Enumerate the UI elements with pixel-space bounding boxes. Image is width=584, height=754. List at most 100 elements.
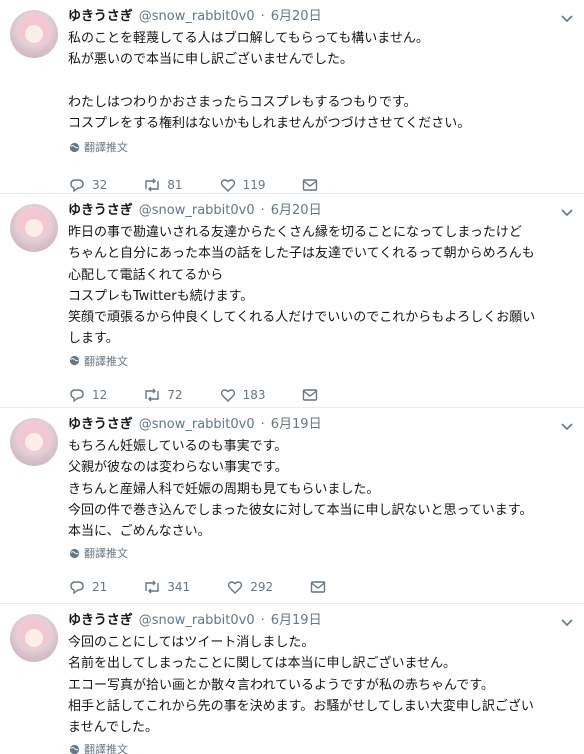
retweet-icon (143, 386, 161, 404)
tweet-actions: 12 72 183 (68, 386, 574, 404)
retweet-count: 81 (167, 178, 183, 193)
tweet-line: ちゃんと自分にあった本当の話をした子は友達でいてくれるって朝からめろんも (68, 246, 535, 262)
timestamp[interactable]: 6月20日 (271, 8, 322, 26)
retweet-count: 72 (167, 387, 183, 402)
tweet-header: ゆきうさぎ @snow_rabbit0v0 · 6月20日 (68, 202, 574, 220)
direct-message-button[interactable] (309, 578, 327, 596)
tweet-text: もちろん妊娠しているのも事実です。 父親が彼なのは変わらない事実です。 きちんと… (68, 436, 574, 542)
separator: · (260, 613, 265, 628)
translate-tweet-link[interactable]: 翻譯推文 (68, 742, 574, 754)
retweet-icon (143, 578, 161, 596)
reply-count: 12 (92, 387, 108, 402)
separator: · (260, 9, 265, 24)
handle[interactable]: @snow_rabbit0v0 (139, 202, 255, 220)
reply-button[interactable]: 32 (68, 176, 107, 194)
tweet-actions: 32 81 119 (68, 176, 574, 194)
globe-icon (68, 141, 80, 153)
direct-message-button[interactable] (301, 386, 319, 404)
like-count: 183 (242, 387, 266, 402)
tweet[interactable]: ゆきうさぎ @snow_rabbit0v0 · 6月19日 今回のことにしてはツ… (0, 604, 584, 754)
translate-label: 翻譯推文 (84, 743, 128, 754)
globe-icon (68, 547, 80, 559)
translate-tweet-link[interactable]: 翻譯推文 (68, 140, 574, 154)
tweet-line: 名前を出してしまったことに関しては本当に申し訳ございません。 (68, 656, 457, 672)
like-button[interactable]: 119 (219, 176, 266, 194)
tweet-line: 父親が彼なのは変わらない事実です。 (68, 460, 288, 476)
tweet-line: コスプレもTwitterも続けます。 (68, 288, 254, 304)
translate-label: 翻譯推文 (84, 141, 128, 155)
translate-tweet-link[interactable]: 翻譯推文 (68, 354, 574, 368)
handle[interactable]: @snow_rabbit0v0 (139, 416, 255, 434)
tweet-line: ませんでした。 (68, 720, 158, 736)
retweet-button[interactable]: 341 (143, 578, 190, 596)
tweet[interactable]: ゆきうさぎ @snow_rabbit0v0 · 6月20日 昨日の事で勘違いされ… (0, 194, 584, 408)
like-count: 292 (250, 580, 274, 595)
tweet-line: 昨日の事で勘違いされる友達からたくさん縁を切ることになってしまったけど (68, 225, 522, 240)
retweet-button[interactable]: 72 (143, 386, 183, 404)
reply-count: 32 (92, 178, 108, 193)
tweet[interactable]: ゆきうさぎ @snow_rabbit0v0 · 6月20日 私のことを軽蔑してる… (0, 0, 584, 194)
tweet-line: コスプレをする権利はないかもしれませんがつづけさせてください。 (68, 116, 471, 132)
tweet-line: 本当に、ごめんなさい。 (68, 524, 211, 540)
separator: · (260, 417, 265, 432)
tweet[interactable]: ゆきうさぎ @snow_rabbit0v0 · 6月19日 もちろん妊娠している… (0, 408, 584, 604)
tweet-line: 笑顔で頑張るから仲良くしてくれる人だけでいいのでこれからもよろしくお願い (68, 310, 536, 326)
tweet-line: します。 (68, 331, 119, 347)
like-button[interactable]: 183 (219, 386, 266, 404)
avatar[interactable] (10, 204, 58, 252)
tweet-line: もちろん妊娠しているのも事実です。 (68, 439, 288, 454)
separator: · (260, 203, 265, 218)
tweet-line: きちんと産婦人科で妊娠の周期も見てもらいました。 (68, 481, 380, 497)
direct-message-button[interactable] (301, 176, 319, 194)
display-name[interactable]: ゆきうさぎ (68, 416, 133, 434)
reply-icon (68, 578, 86, 596)
globe-icon (68, 355, 80, 367)
tweet-text: 今回のことにしてはツイート消しました。 名前を出してしまったことに関しては本当に… (68, 632, 574, 738)
tweet-header: ゆきうさぎ @snow_rabbit0v0 · 6月19日 (68, 612, 574, 630)
display-name[interactable]: ゆきうさぎ (68, 612, 133, 630)
retweet-count: 341 (167, 580, 191, 595)
avatar[interactable] (10, 10, 58, 58)
like-button[interactable]: 292 (226, 578, 273, 596)
tweet-line: 心配して電話くれてるから (68, 267, 224, 283)
like-icon (226, 578, 244, 596)
retweet-button[interactable]: 81 (143, 176, 183, 194)
message-icon (301, 386, 319, 404)
tweet-line: 私のことを軽蔑してる人はブロ解してもらっても構いません。 (68, 31, 429, 46)
tweet-text: 私のことを軽蔑してる人はブロ解してもらっても構いません。 私が悪いので本当に申し… (68, 28, 574, 134)
tweet-line: 今回の件で巻き込んでしまった彼女に対して本当に申し訳ないと思っています。 (68, 502, 533, 518)
tweet-line: 今回のことにしてはツイート消しました。 (68, 635, 315, 650)
display-name[interactable]: ゆきうさぎ (68, 202, 133, 220)
reply-button[interactable]: 21 (68, 578, 107, 596)
reply-count: 21 (92, 580, 108, 595)
display-name[interactable]: ゆきうさぎ (68, 8, 133, 26)
retweet-icon (143, 176, 161, 194)
timestamp[interactable]: 6月20日 (271, 202, 322, 220)
tweet-header: ゆきうさぎ @snow_rabbit0v0 · 6月20日 (68, 8, 574, 26)
globe-icon (68, 743, 80, 754)
tweet-actions: 21 341 292 (68, 578, 574, 596)
like-icon (219, 176, 237, 194)
translate-tweet-link[interactable]: 翻譯推文 (68, 546, 574, 560)
timeline: ゆきうさぎ @snow_rabbit0v0 · 6月20日 私のことを軽蔑してる… (0, 0, 584, 754)
reply-icon (68, 386, 86, 404)
message-icon (301, 176, 319, 194)
translate-label: 翻譯推文 (84, 354, 128, 368)
message-icon (309, 578, 327, 596)
handle[interactable]: @snow_rabbit0v0 (139, 8, 255, 26)
tweet-text: 昨日の事で勘違いされる友達からたくさん縁を切ることになってしまったけど ちゃんと… (68, 222, 574, 350)
tweet-line (68, 71, 574, 92)
handle[interactable]: @snow_rabbit0v0 (139, 612, 255, 630)
tweet-header: ゆきうさぎ @snow_rabbit0v0 · 6月19日 (68, 416, 574, 434)
reply-button[interactable]: 12 (68, 386, 107, 404)
timestamp[interactable]: 6月19日 (271, 612, 322, 630)
tweet-line: エコー写真が拾い画とか散々言われているようですが私の赤ちゃんです。 (68, 677, 495, 693)
like-icon (219, 386, 237, 404)
avatar[interactable] (10, 418, 58, 466)
tweet-line: わたしはつわりかおさまったらコスプレもするつもりです。 (68, 94, 417, 110)
like-count: 119 (242, 178, 266, 193)
tweet-line: 私が悪いので本当に申し訳ございませんでした。 (68, 52, 353, 68)
timestamp[interactable]: 6月19日 (271, 416, 322, 434)
avatar[interactable] (10, 614, 58, 662)
tweet-line: 相手と話してこれから先の事を決めます。お騒がせしてしまい大変申し訳ござい (68, 698, 534, 714)
